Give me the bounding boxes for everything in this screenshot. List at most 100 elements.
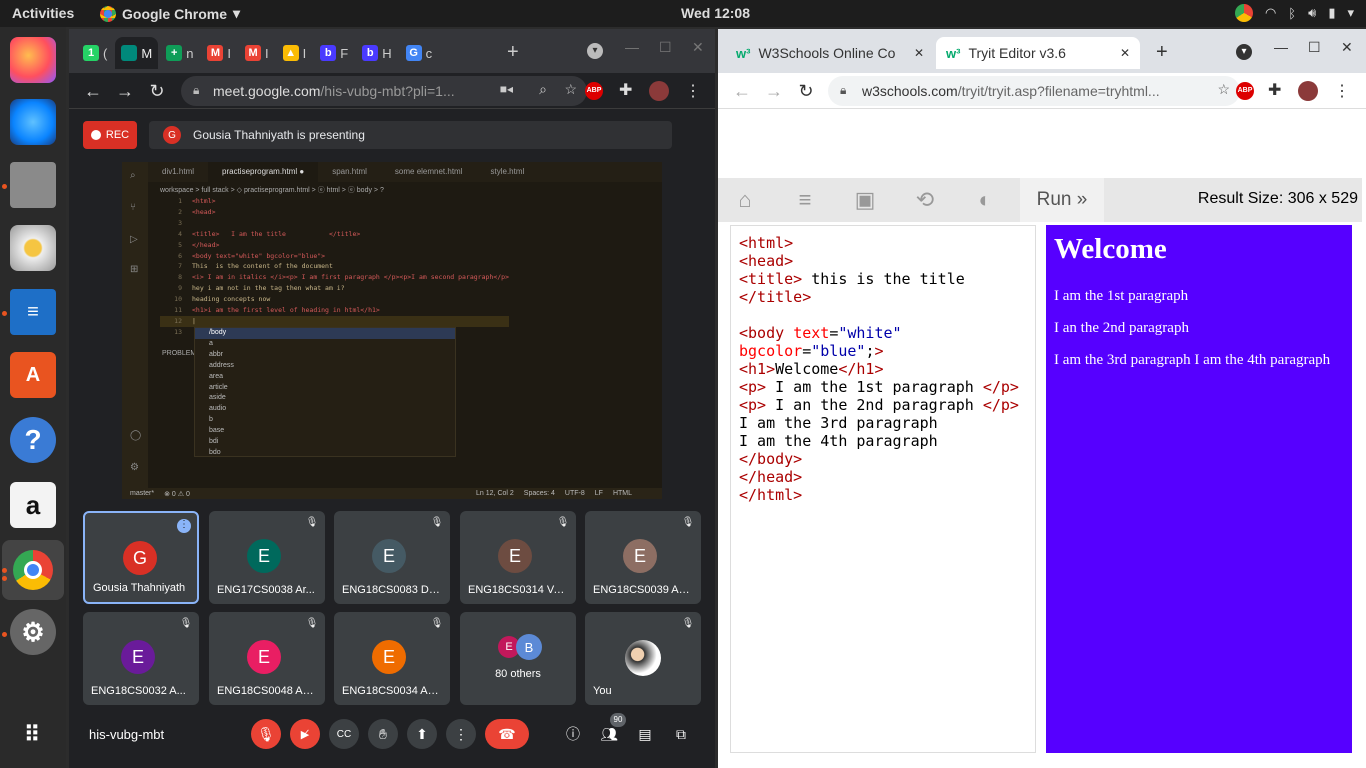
line-number: 7 — [178, 262, 182, 271]
show-applications-icon[interactable]: ⠿ — [10, 712, 56, 758]
minimize-button[interactable]: — — [1274, 39, 1288, 55]
menu-icon[interactable]: ⋮ — [685, 81, 701, 101]
rhythmbox-icon[interactable] — [10, 225, 56, 271]
settings-icon[interactable]: ⚙ — [10, 609, 56, 655]
home-icon[interactable]: ⌂ — [730, 186, 760, 214]
participant-tile[interactable]: E 🎙︎ ENG18CS0314 VA... — [460, 511, 576, 604]
tab-0[interactable]: 1( — [77, 37, 113, 69]
tab-label: W3Schools Online Co — [758, 45, 896, 61]
autocomplete-item: audio — [209, 405, 227, 413]
chat-icon[interactable]: ▤ — [630, 719, 660, 749]
reload-icon[interactable]: ↻ — [145, 79, 169, 103]
menu-icon[interactable]: ⋮ — [1334, 81, 1350, 101]
code-editor[interactable]: <html> <head> <title> this is the title … — [730, 225, 1036, 753]
participant-avatar: E — [623, 539, 657, 573]
participant-tile[interactable]: E 🎙︎ ENG18CS0034 An... — [334, 612, 450, 705]
help-icon[interactable]: ? — [10, 417, 56, 463]
tab-5[interactable]: ▲ I — [277, 37, 313, 69]
adblock-icon[interactable]: ABP — [585, 82, 603, 100]
files-icon[interactable] — [10, 162, 56, 208]
tab-2[interactable]: + n — [160, 37, 199, 69]
activities-icon[interactable]: ⧉ — [666, 719, 696, 749]
end-call-button[interactable]: ☎︎ — [485, 719, 529, 749]
mic-off-icon: 🎙︎ — [556, 517, 570, 528]
rotate-icon[interactable]: ⟲ — [910, 186, 940, 214]
close-tab-icon[interactable]: ✕ — [914, 46, 924, 60]
profile-avatar[interactable] — [1298, 81, 1318, 101]
maximize-button[interactable]: ☐ — [659, 39, 672, 56]
theme-toggle-icon[interactable]: ◐ — [970, 186, 1000, 214]
tab-search-icon[interactable]: ▾ — [587, 43, 603, 59]
more-options-button[interactable]: ⋮ — [446, 719, 476, 749]
participant-tile[interactable]: E 🎙︎ ENG17CS0038 Ar... — [209, 511, 325, 604]
tab-8[interactable]: Gc — [400, 37, 439, 69]
libreoffice-writer-icon[interactable]: ≡ — [10, 289, 56, 335]
forward-icon[interactable]: → — [113, 79, 137, 103]
participant-avatar: E — [247, 640, 281, 674]
tab-label: ( — [103, 45, 108, 61]
extensions-icon[interactable]: ✚ — [619, 80, 632, 100]
participant-tile[interactable]: G ⋮ Gousia Thahniyath — [83, 511, 199, 604]
zoom-icon[interactable]: ⌕ — [539, 81, 547, 98]
participant-tile[interactable]: E 🎙︎ ENG18CS0048 As... — [209, 612, 325, 705]
system-tray[interactable]: ◠ ᛒ 🔊︎ ▮ ▾ — [1234, 4, 1354, 22]
tab-1[interactable]: M — [115, 37, 159, 69]
minimize-button[interactable]: — — [625, 39, 639, 55]
new-tab-button[interactable]: + — [1156, 41, 1168, 64]
profile-avatar[interactable] — [649, 81, 669, 101]
adblock-icon[interactable]: ABP — [1236, 82, 1254, 100]
camera-toggle-button[interactable]: ▶̸ — [290, 719, 320, 749]
activities-button[interactable]: Activities — [12, 5, 74, 21]
code-line: 10 heading concepts now — [160, 294, 509, 305]
participant-tile[interactable]: E 🎙︎ ENG18CS0039 An... — [585, 511, 701, 604]
cursor-position: Ln 12, Col 2 — [476, 490, 514, 497]
captions-button[interactable]: CC — [329, 719, 359, 749]
tab-w3schools[interactable]: w³ W3Schools Online Co ✕ — [726, 37, 934, 69]
line-number: 10 — [174, 295, 182, 304]
back-icon[interactable]: ← — [81, 79, 105, 103]
close-tab-icon[interactable]: ✕ — [1120, 46, 1130, 60]
participant-tile[interactable]: E 🎙︎ ENG18CS0083 DE... — [334, 511, 450, 604]
bookmark-star-icon[interactable]: ☆ — [564, 81, 577, 98]
tab-search-icon[interactable]: ▾ — [1236, 44, 1252, 60]
url-input[interactable]: 🔒︎ w3schools.com/tryit/tryit.asp?filenam… — [828, 76, 1240, 106]
self-tile[interactable]: 🎙︎ You — [585, 612, 701, 705]
clock[interactable]: Wed 12:08 — [681, 5, 750, 21]
tab-4[interactable]: MI — [239, 37, 275, 69]
close-button[interactable]: ✕ — [1341, 39, 1353, 56]
others-tile[interactable]: E B 80 others — [460, 612, 576, 705]
line-code: <head> — [192, 207, 216, 216]
forward-icon[interactable]: → — [762, 79, 786, 103]
new-tab-button[interactable]: + — [507, 41, 519, 64]
mic-toggle-button[interactable]: 🎙︎ — [251, 719, 281, 749]
maximize-button[interactable]: ☐ — [1308, 39, 1321, 56]
firefox-icon[interactable] — [10, 37, 56, 83]
menu-icon[interactable]: ≡ — [790, 186, 820, 214]
tab-6[interactable]: bF — [314, 37, 354, 69]
run-button[interactable]: Run » — [1020, 178, 1104, 222]
info-icon[interactable]: ⓘ — [558, 719, 588, 749]
chrome-tray-icon[interactable] — [1234, 4, 1253, 22]
software-center-icon[interactable]: A — [10, 352, 56, 398]
tab-3[interactable]: MI — [201, 37, 237, 69]
app-menu[interactable]: Google Chrome ▾ — [100, 5, 240, 22]
extensions-icon[interactable]: ✚ — [1268, 80, 1281, 100]
tab-tryit[interactable]: w³ Tryit Editor v3.6 ✕ — [936, 37, 1140, 69]
present-button[interactable]: ⬆ — [407, 719, 437, 749]
chrome-dock-icon[interactable] — [2, 540, 64, 600]
reload-icon[interactable]: ↻ — [794, 79, 818, 103]
close-button[interactable]: ✕ — [692, 39, 704, 56]
code-line: 11 <h1>i am the first level of heading in… — [160, 305, 509, 316]
participant-tile[interactable]: E 🎙︎ ENG18CS0032 A... — [83, 612, 199, 705]
back-icon[interactable]: ← — [730, 79, 754, 103]
amazon-icon[interactable]: a — [10, 482, 56, 528]
url-input[interactable]: 🔒︎ meet.google.com/his-vubg-mbt?pli=1...… — [181, 76, 587, 106]
save-icon[interactable]: ▣ — [850, 186, 880, 214]
thunderbird-icon[interactable] — [10, 99, 56, 145]
recording-badge: REC — [83, 121, 137, 149]
bookmark-star-icon[interactable]: ☆ — [1217, 81, 1230, 98]
tab-7[interactable]: bH — [356, 37, 397, 69]
camera-icon[interactable]: ■◂ — [500, 82, 513, 96]
participant-avatar: G — [123, 541, 157, 575]
raise-hand-button[interactable]: ✋︎ — [368, 719, 398, 749]
